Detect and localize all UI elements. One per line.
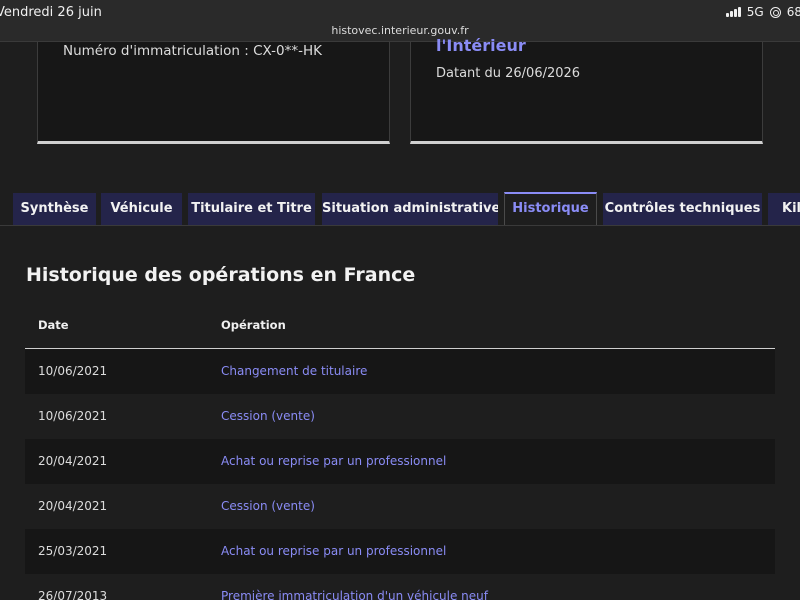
- tab-kilometrage[interactable]: Kilométrage: [768, 193, 800, 225]
- tab-historique[interactable]: Historique: [504, 192, 597, 226]
- row-date: 20/04/2021: [38, 454, 108, 468]
- page-title: Historique des opérations en France: [26, 264, 416, 286]
- history-panel: Historique des opérations en France Date…: [0, 226, 800, 600]
- row-operation-link[interactable]: Cession (vente): [221, 409, 315, 423]
- row-operation-link[interactable]: Changement de titulaire: [221, 364, 367, 378]
- data-date: Datant du 26/06/2026: [436, 66, 581, 81]
- status-indicators: 5G 68: [725, 5, 800, 19]
- table-header: Date Opération: [25, 304, 775, 349]
- tab-vehicule[interactable]: Véhicule: [101, 193, 182, 225]
- column-header-date: Date: [38, 318, 69, 332]
- status-date: Vendredi 26 juin: [0, 5, 102, 20]
- table-row: 25/03/2021 Achat ou reprise par un profe…: [25, 529, 775, 574]
- table-row: 26/07/2013 Première immatriculation d'un…: [25, 574, 775, 600]
- table-row: 20/04/2021 Cession (vente): [25, 484, 775, 529]
- network-label: 5G: [746, 5, 764, 19]
- plate-card: Numéro d'immatriculation : CX-0**-HK: [37, 42, 390, 144]
- url-bar[interactable]: histovec.interieur.gouv.fr: [0, 24, 800, 42]
- tab-bar: Synthèse Véhicule Titulaire et Titre Sit…: [0, 192, 800, 226]
- tab-synthese[interactable]: Synthèse: [13, 193, 96, 225]
- orientation-lock-icon: [769, 6, 781, 18]
- table-row: 20/04/2021 Achat ou reprise par un profe…: [25, 439, 775, 484]
- tab-controles-techniques[interactable]: Contrôles techniques: [603, 193, 762, 225]
- tab-titulaire-titre[interactable]: Titulaire et Titre: [188, 193, 315, 225]
- column-header-operation: Opération: [221, 318, 286, 332]
- row-date: 20/04/2021: [38, 499, 108, 513]
- battery-level: 68: [786, 5, 800, 19]
- table-row: 10/06/2021 Cession (vente): [25, 394, 775, 439]
- row-operation-link[interactable]: Première immatriculation d'un véhicule n…: [221, 589, 488, 600]
- row-operation-link[interactable]: Cession (vente): [221, 499, 315, 513]
- signal-icon: [725, 7, 741, 17]
- table-row: 10/06/2021 Changement de titulaire: [25, 349, 775, 394]
- status-bar: Vendredi 26 juin 5G 68: [0, 0, 800, 24]
- row-operation-link[interactable]: Achat ou reprise par un professionnel: [221, 454, 446, 468]
- row-date: 25/03/2021: [38, 544, 108, 558]
- plate-number: Numéro d'immatriculation : CX-0**-HK: [63, 43, 322, 59]
- history-table: Date Opération 10/06/2021 Changement de …: [25, 304, 775, 600]
- tab-situation-administrative[interactable]: Situation administrative: [322, 193, 498, 225]
- row-date: 10/06/2021: [38, 409, 108, 423]
- source-card: l'Intérieur Datant du 26/06/2026: [410, 36, 763, 144]
- row-date: 10/06/2021: [38, 364, 108, 378]
- row-date: 26/07/2013: [38, 589, 108, 600]
- source-title: l'Intérieur: [436, 36, 526, 55]
- row-operation-link[interactable]: Achat ou reprise par un professionnel: [221, 544, 446, 558]
